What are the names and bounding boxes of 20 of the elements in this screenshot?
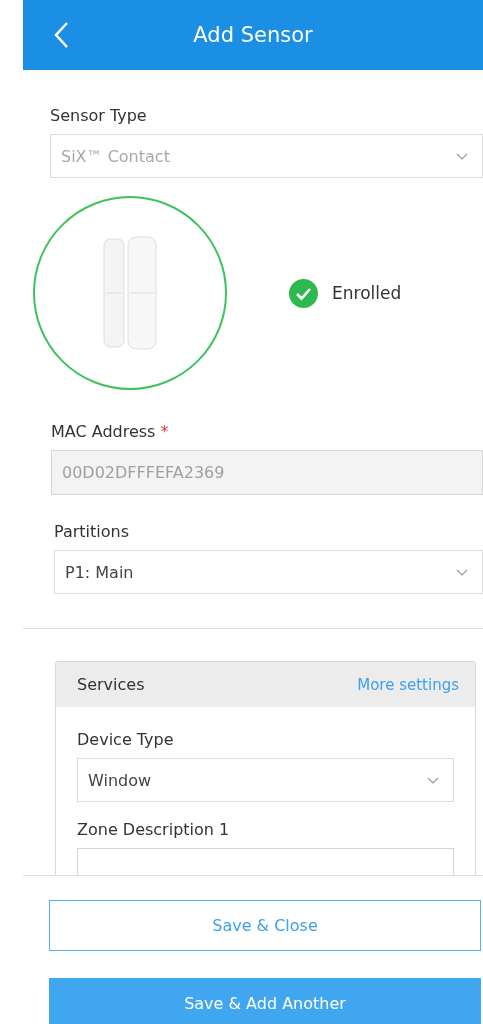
save-close-button[interactable]: Save & Close <box>49 900 481 951</box>
select-field: SiX™ Contact <box>50 134 483 178</box>
more-settings-link[interactable]: More settings <box>357 675 459 694</box>
select-field[interactable]: Window <box>77 758 454 802</box>
input-field[interactable] <box>77 848 454 875</box>
field-label: Sensor Type <box>50 106 148 125</box>
status-text: Enrolled <box>332 283 402 303</box>
chevron-down-icon <box>456 152 468 160</box>
chevron-down-icon <box>427 776 439 784</box>
field-label: MAC Address * <box>51 422 170 441</box>
card-title: Services <box>77 675 145 694</box>
check-circle-icon <box>289 278 318 308</box>
field-label: Partitions <box>54 522 130 541</box>
field-label: Device Type <box>77 730 175 749</box>
page-title: Add Sensor <box>192 23 314 47</box>
input-field: 00D02DFFFEFA2369 <box>51 450 483 495</box>
save-add-button[interactable]: Save & Add Another <box>49 978 481 1024</box>
chevron-down-icon <box>456 568 468 576</box>
field-label: Zone Description 1 <box>77 820 231 839</box>
select-field[interactable]: P1: Main <box>54 550 483 594</box>
